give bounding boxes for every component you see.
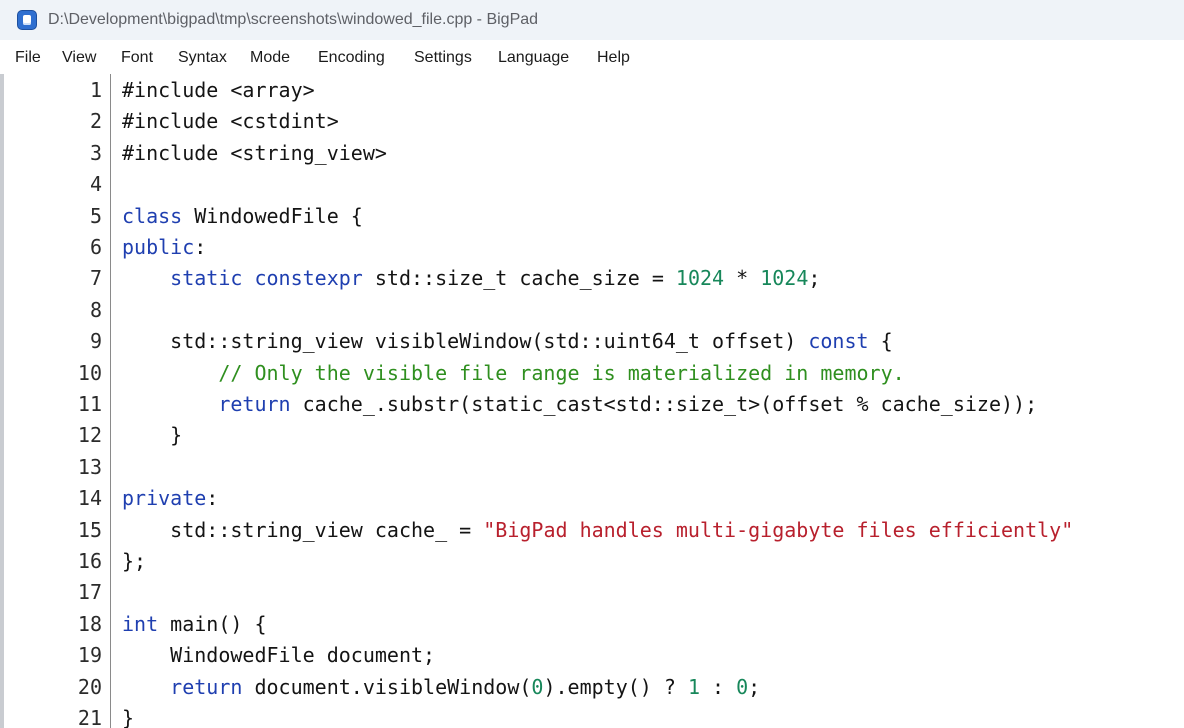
bigpad-app-icon xyxy=(17,10,37,30)
code-line[interactable]: std::string_view cache_ = "BigPad handle… xyxy=(122,515,1073,546)
code-token: #include <string_view> xyxy=(122,141,387,165)
code-token: : xyxy=(194,235,207,259)
code-line[interactable]: #include <string_view> xyxy=(122,138,387,169)
line-number: 9 xyxy=(89,329,102,353)
menu-settings[interactable]: Settings xyxy=(414,48,472,68)
line-number: 21 xyxy=(77,706,102,728)
line-number: 5 xyxy=(89,204,102,228)
code-line[interactable]: std::string_view visibleWindow(std::uint… xyxy=(122,326,893,357)
code-token: document.visibleWindow( xyxy=(242,675,532,699)
code-token: 0 xyxy=(736,675,749,699)
code-line[interactable]: #include <array> xyxy=(122,75,315,106)
code-token: int xyxy=(122,612,159,636)
code-token: #include <cstdint> xyxy=(122,109,339,133)
code-token: : xyxy=(700,675,737,699)
code-token: ; xyxy=(748,675,761,699)
code-token: cache_.substr(static_cast<std::size_t>(o… xyxy=(290,392,1038,416)
line-number: 19 xyxy=(77,643,102,667)
code-token: class xyxy=(122,204,183,228)
code-token: WindowedFile document; xyxy=(122,643,436,667)
code-line[interactable]: int main() { xyxy=(122,609,267,640)
line-number: 2 xyxy=(89,109,102,133)
code-line[interactable]: return document.visibleWindow(0).empty()… xyxy=(122,672,760,703)
code-token: constexpr xyxy=(254,266,363,290)
line-number: 12 xyxy=(77,423,102,447)
code-line[interactable]: public: xyxy=(122,232,206,263)
code-token: * xyxy=(724,266,761,290)
code-token: 0 xyxy=(531,675,544,699)
code-token: std::string_view cache_ = xyxy=(122,518,484,542)
code-line[interactable]: }; xyxy=(122,546,146,577)
line-number: 7 xyxy=(89,266,102,290)
menu-encoding[interactable]: Encoding xyxy=(318,48,385,68)
code-line[interactable]: return cache_.substr(static_cast<std::si… xyxy=(122,389,1037,420)
menu-mode[interactable]: Mode xyxy=(250,48,290,68)
code-token: ; xyxy=(808,266,821,290)
menu-help[interactable]: Help xyxy=(597,48,630,68)
code-token: const xyxy=(808,329,869,353)
line-number: 4 xyxy=(89,172,102,196)
code-token: 1024 xyxy=(760,266,809,290)
code-token: return xyxy=(170,675,243,699)
menu-syntax[interactable]: Syntax xyxy=(178,48,227,68)
code-line[interactable]: WindowedFile document; xyxy=(122,640,435,671)
code-token: : xyxy=(206,486,219,510)
window-title: D:\Development\bigpad\tmp\screenshots\wi… xyxy=(48,11,539,28)
line-number: 10 xyxy=(77,361,102,385)
code-token: std::string_view visibleWindow(std::uint… xyxy=(122,329,809,353)
code-token: public xyxy=(122,235,195,259)
code-line[interactable]: class WindowedFile { xyxy=(122,201,363,232)
code-token: } xyxy=(122,423,183,447)
code-token: std::size_t cache_size = xyxy=(362,266,676,290)
line-number: 6 xyxy=(89,235,102,259)
code-token: } xyxy=(122,706,135,728)
code-token: "BigPad handles multi-gigabyte files eff… xyxy=(483,518,1074,542)
menu-font[interactable]: Font xyxy=(121,48,153,68)
menu-file[interactable]: File xyxy=(15,48,41,68)
code-token: 1024 xyxy=(675,266,725,290)
line-number: 14 xyxy=(77,486,102,510)
code-token: #include <array> xyxy=(122,78,315,102)
menu-view[interactable]: View xyxy=(62,48,96,68)
line-number: 13 xyxy=(77,455,102,479)
line-number: 16 xyxy=(77,549,102,573)
code-line[interactable]: } xyxy=(122,420,182,451)
line-number: 17 xyxy=(77,580,102,604)
line-number: 20 xyxy=(77,675,102,699)
line-number: 8 xyxy=(89,298,102,322)
code-line[interactable]: } xyxy=(122,703,134,728)
code-line[interactable]: // Only the visible file range is materi… xyxy=(122,358,905,389)
code-token: { xyxy=(868,329,893,353)
code-token: return xyxy=(218,392,291,416)
menu-language[interactable]: Language xyxy=(498,48,569,68)
line-number: 3 xyxy=(89,141,102,165)
title-bar[interactable]: D:\Development\bigpad\tmp\screenshots\wi… xyxy=(0,0,1184,40)
code-token: private xyxy=(122,486,207,510)
line-number: 1 xyxy=(89,78,102,102)
line-number: 11 xyxy=(77,392,102,416)
code-token: 1 xyxy=(687,675,700,699)
code-token: WindowedFile { xyxy=(182,204,363,228)
code-line[interactable]: #include <cstdint> xyxy=(122,106,339,137)
code-token: // Only the visible file range is materi… xyxy=(218,361,905,385)
code-line[interactable]: private: xyxy=(122,483,218,514)
line-number: 18 xyxy=(77,612,102,636)
bigpad-window: D:\Development\bigpad\tmp\screenshots\wi… xyxy=(0,0,1184,728)
code-line[interactable]: static constexpr std::size_t cache_size … xyxy=(122,263,820,294)
code-token: ).empty() ? xyxy=(543,675,688,699)
code-token: static xyxy=(170,266,243,290)
gutter-separator xyxy=(110,74,111,728)
line-number: 15 xyxy=(77,518,102,542)
code-token: main() { xyxy=(158,612,267,636)
code-token: }; xyxy=(122,549,147,573)
